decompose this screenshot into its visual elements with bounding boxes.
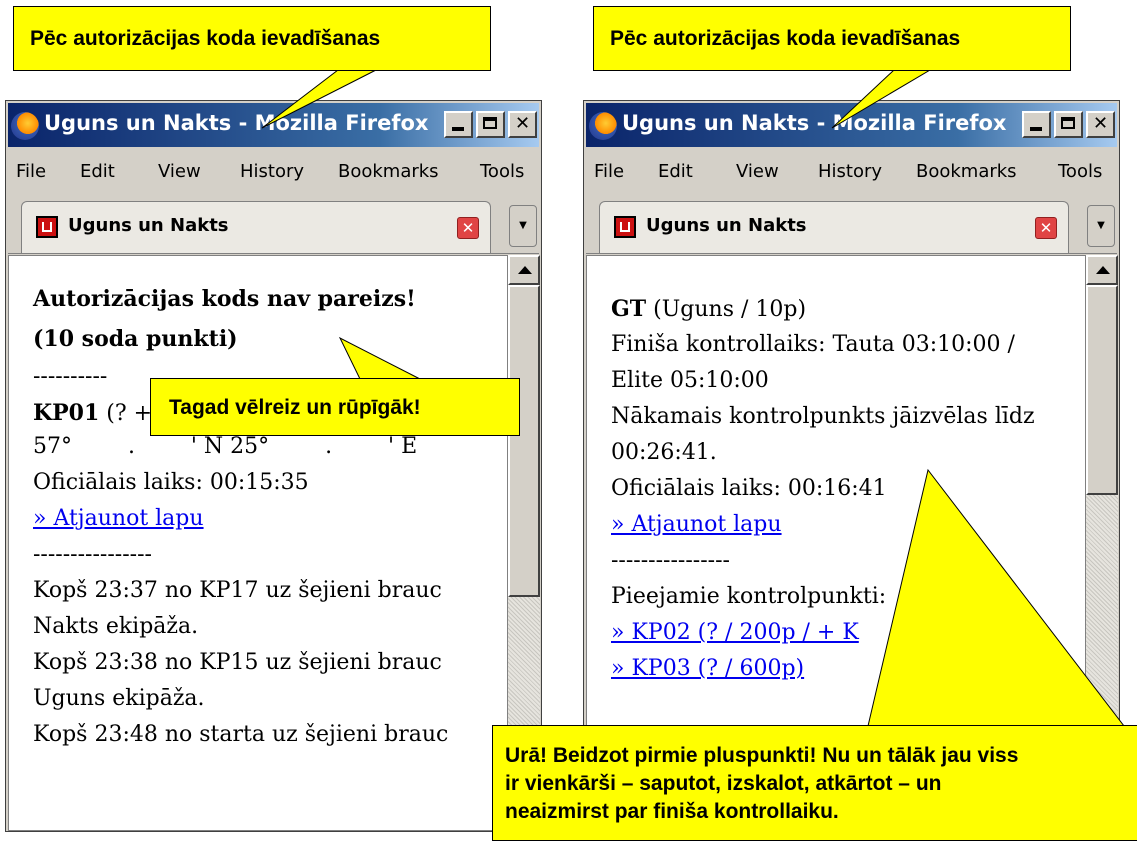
callout-pointer-mid-left bbox=[338, 336, 421, 380]
callout-pointer-bottom-right bbox=[867, 468, 1126, 727]
callout-text-line-2: ir vienkārši – saputot, izskalot, atkārt… bbox=[505, 772, 942, 795]
callout-text: Pēc autorizācijas koda ievadīšanas bbox=[30, 27, 381, 50]
callout-top-right: Pēc autorizācijas koda ievadīšanas bbox=[593, 6, 1071, 71]
callout-mid-left: Tagad vēlreiz un rūpīgāk! bbox=[150, 378, 520, 436]
callout-text-line-1: Urā! Beidzot pirmie pluspunkti! Nu un tā… bbox=[505, 744, 1019, 767]
callout-pointer-top-right bbox=[831, 69, 932, 129]
callout-top-left: Pēc autorizācijas koda ievadīšanas bbox=[13, 6, 491, 71]
callout-pointer-top-left bbox=[261, 69, 377, 129]
callout-text: Tagad vēlreiz un rūpīgāk! bbox=[169, 396, 421, 419]
callout-bottom-right: Urā! Beidzot pirmie pluspunkti! Nu un tā… bbox=[492, 725, 1137, 841]
callout-text-line-3: neaizmirst par finiša kontrollaiku. bbox=[505, 800, 839, 823]
callout-text: Pēc autorizācijas koda ievadīšanas bbox=[610, 27, 961, 50]
